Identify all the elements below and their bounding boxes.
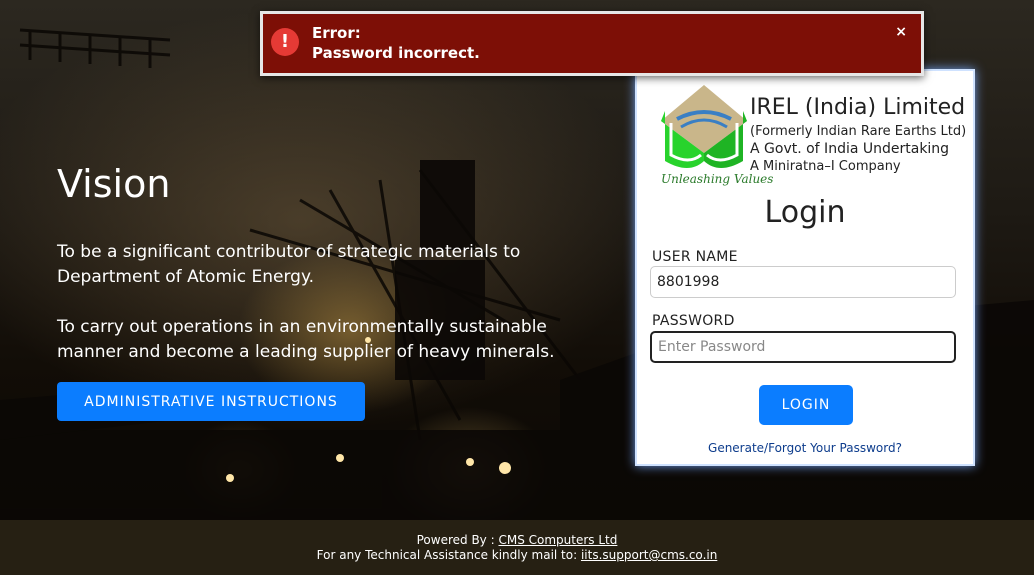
footer: Powered By : CMS Computers Ltd For any T… bbox=[0, 520, 1034, 575]
powered-by-label: Powered By : bbox=[416, 533, 495, 547]
footer-assistance: For any Technical Assistance kindly mail… bbox=[0, 548, 1034, 562]
support-email-link[interactable]: iits.support@cms.co.in bbox=[581, 548, 717, 562]
login-title: Login bbox=[764, 195, 846, 230]
close-icon[interactable]: × bbox=[895, 24, 907, 40]
username-input[interactable] bbox=[650, 266, 956, 298]
password-input[interactable] bbox=[650, 331, 956, 363]
error-title: Error: bbox=[312, 24, 361, 42]
username-label: USER NAME bbox=[652, 249, 738, 265]
org-govt-line: A Govt. of India Undertaking bbox=[750, 141, 950, 157]
password-label: PASSWORD bbox=[652, 313, 735, 329]
login-button[interactable]: LOGIN bbox=[759, 385, 853, 425]
error-message: Password incorrect. bbox=[312, 44, 480, 62]
administrative-instructions-button[interactable]: ADMINISTRATIVE INSTRUCTIONS bbox=[57, 382, 365, 421]
exclamation-icon: ! bbox=[271, 28, 299, 56]
vision-paragraph-1: To be a significant contributor of strat… bbox=[57, 242, 521, 287]
vision-heading: Vision bbox=[57, 162, 171, 206]
footer-powered-by: Powered By : CMS Computers Ltd bbox=[0, 533, 1034, 547]
login-card: Unleashing Values IREL (India) Limited (… bbox=[635, 69, 975, 466]
tagline: Unleashing Values bbox=[661, 172, 774, 186]
org-former-name: (Formerly Indian Rare Earths Ltd) bbox=[750, 124, 967, 139]
error-notification: ! Error: Password incorrect. × bbox=[260, 11, 924, 76]
org-name: IREL (India) Limited bbox=[750, 95, 966, 120]
forgot-password-link[interactable]: Generate/Forgot Your Password? bbox=[637, 441, 973, 455]
org-miniratna-line: A Miniratna–I Company bbox=[750, 159, 901, 174]
assistance-label: For any Technical Assistance kindly mail… bbox=[316, 548, 578, 562]
powered-by-link[interactable]: CMS Computers Ltd bbox=[498, 533, 617, 547]
vision-paragraph-2: To carry out operations in an environmen… bbox=[57, 317, 555, 362]
